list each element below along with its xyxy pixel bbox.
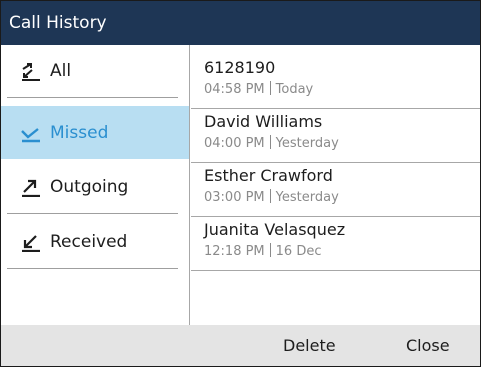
call-meta: 12:18 PM 16 Dec xyxy=(204,243,480,259)
call-entry[interactable]: Juanita Velasquez 12:18 PM 16 Dec xyxy=(191,217,480,271)
call-list: 6128190 04:58 PM Today David Williams 04:… xyxy=(191,45,480,325)
filter-received[interactable]: Received xyxy=(7,216,178,269)
softkey-bar: Delete Close xyxy=(1,325,480,366)
caller-name: David Williams xyxy=(204,112,323,131)
received-call-icon xyxy=(20,232,42,252)
caller-name: 6128190 xyxy=(204,58,276,77)
filter-sidebar: All Missed Outgoing Received xyxy=(1,45,190,325)
missed-call-icon xyxy=(20,123,42,143)
call-entry[interactable]: Esther Crawford 03:00 PM Yesterday xyxy=(191,163,480,217)
call-time: 04:00 PM xyxy=(204,136,265,151)
call-history-screen: Call History All Missed Outgoing Receive… xyxy=(0,0,481,367)
call-entry[interactable]: 6128190 04:58 PM Today xyxy=(191,55,480,109)
call-date: 16 Dec xyxy=(275,244,322,259)
call-date: Yesterday xyxy=(275,136,339,151)
filter-label: Missed xyxy=(50,122,109,143)
delete-softkey[interactable]: Delete xyxy=(283,325,336,366)
call-meta: 03:00 PM Yesterday xyxy=(204,189,480,205)
meta-separator xyxy=(269,135,271,149)
call-meta: 04:58 PM Today xyxy=(204,81,480,97)
filter-all[interactable]: All xyxy=(7,45,178,98)
call-time: 03:00 PM xyxy=(204,190,265,205)
call-date: Yesterday xyxy=(275,190,339,205)
filter-label: Received xyxy=(50,232,128,252)
page-title: Call History xyxy=(9,13,107,33)
close-softkey[interactable]: Close xyxy=(406,325,450,366)
meta-separator xyxy=(269,243,271,257)
all-calls-icon xyxy=(20,61,42,81)
call-time: 12:18 PM xyxy=(204,244,265,259)
caller-name: Juanita Velasquez xyxy=(204,220,346,239)
filter-outgoing[interactable]: Outgoing xyxy=(7,161,178,214)
call-date: Today xyxy=(275,82,314,97)
call-entry[interactable]: David Williams 04:00 PM Yesterday xyxy=(191,109,480,163)
filter-label: All xyxy=(50,61,72,81)
row-divider xyxy=(191,270,480,271)
meta-separator xyxy=(269,81,271,95)
filter-label: Outgoing xyxy=(50,177,129,197)
outgoing-call-icon xyxy=(20,177,42,197)
call-meta: 04:00 PM Yesterday xyxy=(204,135,480,151)
filter-missed[interactable]: Missed xyxy=(1,106,189,159)
title-bar: Call History xyxy=(1,1,480,45)
call-time: 04:58 PM xyxy=(204,82,265,97)
meta-separator xyxy=(269,189,271,203)
caller-name: Esther Crawford xyxy=(204,166,333,185)
